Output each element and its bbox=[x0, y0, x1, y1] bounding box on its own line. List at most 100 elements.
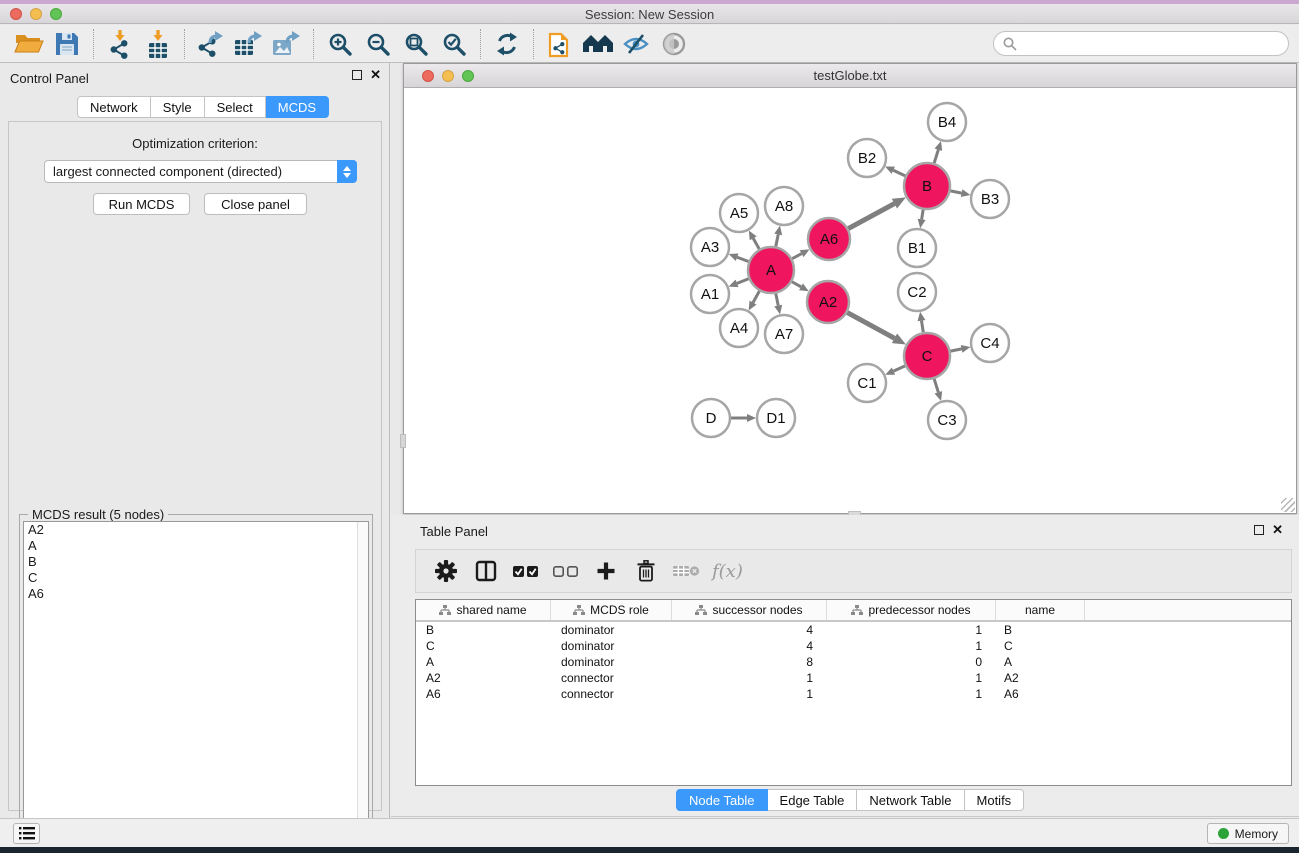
zoom-fit-icon[interactable] bbox=[397, 28, 435, 60]
table-row[interactable]: Adominator80A bbox=[416, 654, 1291, 670]
search-input[interactable] bbox=[1023, 34, 1288, 54]
close-panel-icon[interactable]: ✕ bbox=[370, 70, 381, 80]
table-cell: 4 bbox=[672, 623, 827, 637]
splitter-handle[interactable] bbox=[400, 434, 406, 448]
edge-A-A5[interactable] bbox=[753, 238, 759, 249]
table-cell: A6 bbox=[996, 687, 1085, 701]
task-history-button[interactable] bbox=[13, 823, 40, 844]
table-row[interactable]: Bdominator41B bbox=[416, 622, 1291, 638]
edge-C-C3[interactable] bbox=[934, 379, 938, 392]
edge-A-A4[interactable] bbox=[753, 291, 759, 303]
import-network-icon[interactable] bbox=[101, 28, 139, 60]
edge-B-B3[interactable] bbox=[951, 191, 962, 193]
toolbar-separator bbox=[313, 29, 314, 59]
edge-B-B2[interactable] bbox=[893, 170, 905, 176]
hide-details-icon[interactable] bbox=[617, 28, 655, 60]
result-list-item[interactable]: B bbox=[24, 554, 368, 570]
float-panel-icon[interactable] bbox=[352, 70, 362, 80]
node-table: shared nameMCDS rolesuccessor nodesprede… bbox=[415, 599, 1292, 786]
tab-network-table[interactable]: Network Table bbox=[857, 789, 964, 811]
table-settings-gear-icon[interactable] bbox=[428, 554, 464, 588]
result-scrollbar[interactable] bbox=[357, 522, 368, 849]
table-cell: dominator bbox=[551, 655, 672, 669]
column-header-shared-name[interactable]: shared name bbox=[416, 600, 551, 620]
tab-motifs[interactable]: Motifs bbox=[965, 789, 1025, 811]
close-table-panel-icon[interactable]: ✕ bbox=[1272, 525, 1283, 535]
edge-B-B4[interactable] bbox=[934, 150, 938, 163]
network-overview-icon[interactable] bbox=[541, 28, 579, 60]
edge-C-C1[interactable] bbox=[893, 366, 905, 371]
zoom-in-icon[interactable] bbox=[321, 28, 359, 60]
edge-A-A8[interactable] bbox=[776, 234, 778, 246]
node-label-B1: B1 bbox=[908, 240, 926, 257]
import-table-icon[interactable] bbox=[139, 28, 177, 60]
table-row[interactable]: Cdominator41C bbox=[416, 638, 1291, 654]
deselect-all-icon[interactable] bbox=[548, 554, 584, 588]
node-label-A1: A1 bbox=[701, 286, 719, 303]
edge-A-A3[interactable] bbox=[737, 257, 748, 261]
node-label-A8: A8 bbox=[775, 198, 793, 215]
network-graph[interactable]: B4B2BB3A8A5A6A3B1AC2A1A2A4A7C4CC1C3DD1 bbox=[404, 88, 1296, 513]
table-cell: 1 bbox=[827, 687, 996, 701]
tab-mcds[interactable]: MCDS bbox=[266, 96, 329, 118]
tab-edge-table[interactable]: Edge Table bbox=[768, 789, 858, 811]
refresh-layout-icon[interactable] bbox=[488, 28, 526, 60]
save-session-icon[interactable] bbox=[48, 28, 86, 60]
edge-A6-B[interactable] bbox=[848, 204, 894, 229]
edge-A-A6[interactable] bbox=[792, 254, 801, 259]
toolbar-separator bbox=[533, 29, 534, 59]
column-header-predecessor-nodes[interactable]: predecessor nodes bbox=[827, 600, 996, 620]
edge-A-A7[interactable] bbox=[776, 294, 778, 306]
open-file-icon[interactable] bbox=[10, 28, 48, 60]
column-visibility-icon[interactable] bbox=[468, 554, 504, 588]
main-toolbar bbox=[0, 25, 1299, 63]
cybrowser-home-icon[interactable] bbox=[579, 28, 617, 60]
close-panel-button[interactable]: Close panel bbox=[204, 193, 307, 215]
table-row[interactable]: A2connector11A2 bbox=[416, 670, 1291, 686]
result-list-item[interactable]: C bbox=[24, 570, 368, 586]
toolbar-separator bbox=[93, 29, 94, 59]
result-list-item[interactable]: A6 bbox=[24, 586, 368, 602]
column-header-name[interactable]: name bbox=[996, 600, 1085, 620]
edge-A2-C[interactable] bbox=[847, 313, 894, 339]
table-row[interactable]: A6connector11A6 bbox=[416, 686, 1291, 702]
table-cell: C bbox=[996, 639, 1085, 653]
resize-grip-icon[interactable] bbox=[1281, 498, 1295, 512]
edge-C-C4[interactable] bbox=[951, 349, 962, 351]
memory-button[interactable]: Memory bbox=[1207, 823, 1289, 844]
zoom-out-icon[interactable] bbox=[359, 28, 397, 60]
criterion-select[interactable]: largest connected component (directed) bbox=[44, 160, 357, 183]
search-field[interactable] bbox=[993, 31, 1289, 56]
export-image-icon[interactable] bbox=[268, 28, 306, 60]
mcds-result-list: A2ABCA6 bbox=[23, 521, 369, 850]
edge-A-A2[interactable] bbox=[792, 282, 801, 287]
add-column-icon[interactable] bbox=[588, 554, 624, 588]
delete-column-icon[interactable] bbox=[628, 554, 664, 588]
tab-style[interactable]: Style bbox=[151, 96, 205, 118]
column-header-successor-nodes[interactable]: successor nodes bbox=[672, 600, 827, 620]
edge-C-C2[interactable] bbox=[921, 321, 923, 333]
show-graphics-icon[interactable] bbox=[655, 28, 693, 60]
tab-select[interactable]: Select bbox=[205, 96, 266, 118]
float-table-panel-icon[interactable] bbox=[1254, 525, 1264, 535]
network-canvas[interactable]: B4B2BB3A8A5A6A3B1AC2A1A2A4A7C4CC1C3DD1 bbox=[404, 88, 1296, 513]
edge-B-B1[interactable] bbox=[922, 210, 924, 220]
tab-node-table[interactable]: Node Table bbox=[676, 789, 768, 811]
run-mcds-button[interactable]: Run MCDS bbox=[93, 193, 190, 215]
select-all-icon[interactable] bbox=[508, 554, 544, 588]
export-table-icon[interactable] bbox=[230, 28, 268, 60]
table-cell: 1 bbox=[827, 623, 996, 637]
edge-A-A1[interactable] bbox=[737, 279, 749, 284]
network-window-titlebar[interactable]: testGlobe.txt bbox=[404, 64, 1296, 88]
tab-network[interactable]: Network bbox=[77, 96, 151, 118]
node-label-B2: B2 bbox=[858, 150, 876, 167]
result-list-item[interactable]: A bbox=[24, 538, 368, 554]
export-network-icon[interactable] bbox=[192, 28, 230, 60]
column-header-MCDS-role[interactable]: MCDS role bbox=[551, 600, 672, 620]
zoom-selected-icon[interactable] bbox=[435, 28, 473, 60]
node-label-B: B bbox=[922, 178, 932, 195]
table-cell: connector bbox=[551, 671, 672, 685]
node-label-B4: B4 bbox=[938, 114, 956, 131]
result-list-item[interactable]: A2 bbox=[24, 522, 368, 538]
criterion-selected-value: largest connected component (directed) bbox=[45, 164, 337, 179]
